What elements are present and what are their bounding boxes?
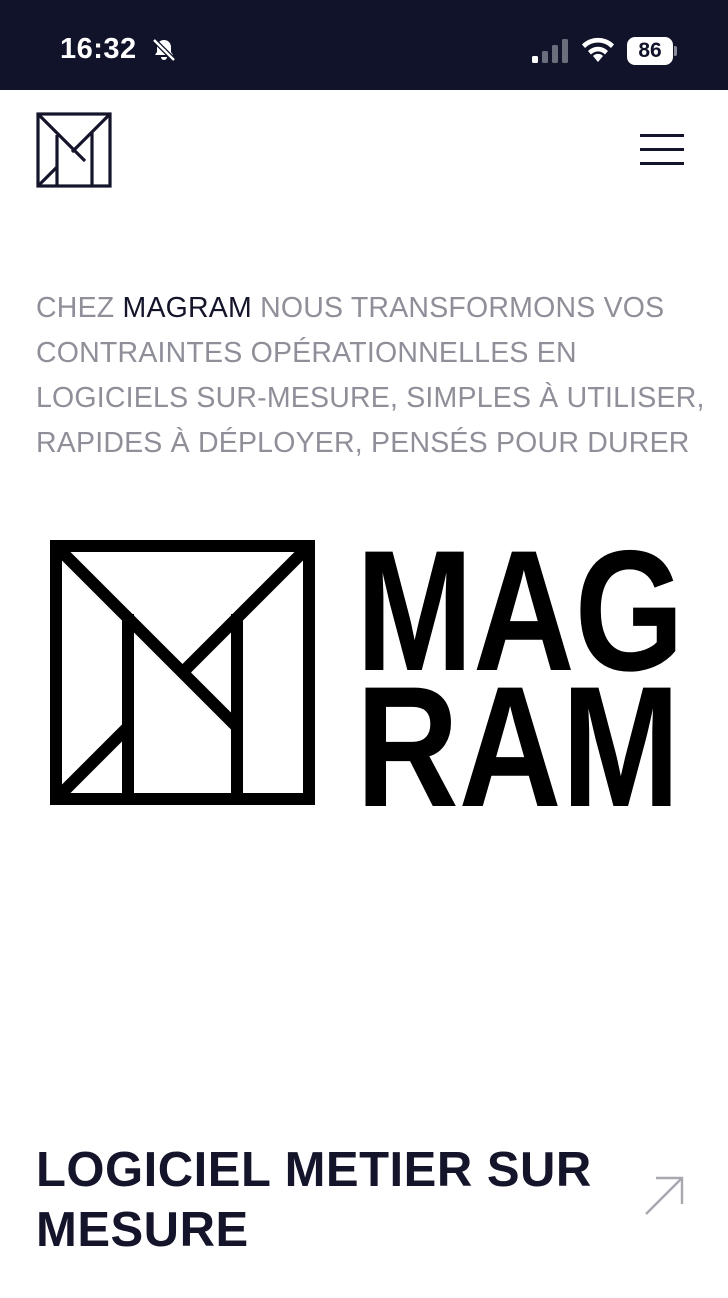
bell-slash-icon: [152, 38, 176, 62]
arrow-up-right-icon[interactable]: [642, 1174, 686, 1218]
magram-hero-logo: MAG RAM: [50, 536, 684, 812]
intro-prefix: CHEZ: [36, 292, 123, 324]
status-bar: 16:32 86: [0, 0, 728, 90]
magram-monogram-icon[interactable]: [36, 112, 112, 188]
battery-icon: 86: [627, 37, 677, 65]
battery-level: 86: [638, 39, 662, 62]
cellular-signal-icon: [532, 39, 568, 63]
wifi-icon: [582, 37, 614, 62]
magram-hero-monogram-icon: [50, 540, 315, 805]
hamburger-menu-icon[interactable]: [636, 128, 688, 172]
intro-brand: MAGRAM: [122, 292, 252, 324]
hero-logo-line2: RAM: [356, 651, 680, 812]
intro-text: CHEZ MAGRAM NOUS TRANSFORMONS VOS CONTRA…: [36, 286, 706, 466]
service-title[interactable]: LOGICIEL METIER SUR MESURE: [36, 1140, 616, 1260]
status-time: 16:32: [60, 33, 137, 65]
